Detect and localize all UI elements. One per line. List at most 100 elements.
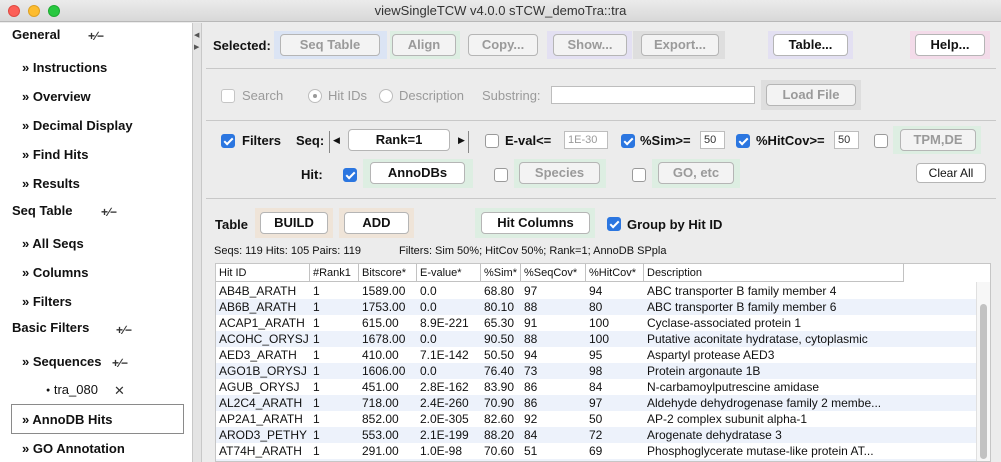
eval-checkbox[interactable]	[485, 134, 499, 148]
column-header-evalue[interactable]: E-value*	[417, 264, 481, 282]
hitcov-checkbox[interactable]	[736, 134, 750, 148]
species-button[interactable]: Species	[519, 162, 600, 184]
filters-summary-text: Filters: Sim 50%; HitCov 50%; Rank=1; An…	[399, 245, 667, 257]
sidebar-item-go-annotation[interactable]: » GO Annotation	[22, 441, 125, 456]
column-header-hitcov[interactable]: %HitCov*	[586, 264, 644, 282]
rank-prev-icon[interactable]: ◀	[329, 131, 340, 153]
close-window-icon[interactable]	[8, 5, 20, 17]
eval-field[interactable]	[564, 131, 608, 149]
separator	[206, 198, 996, 199]
sidebar-item-decimal-display[interactable]: » Decimal Display	[22, 118, 133, 133]
build-button[interactable]: BUILD	[260, 212, 328, 234]
show-button[interactable]: Show...	[553, 34, 627, 56]
search-checkbox[interactable]	[221, 89, 235, 103]
load-file-button[interactable]: Load File	[766, 84, 856, 106]
sidebar-general-heading[interactable]: General	[12, 27, 60, 42]
expand-right-icon[interactable]: ▶	[194, 43, 199, 51]
table-row[interactable]: AROD3_PETHY 1 553.00 2.1E-199 88.20 84 72 Aroge…	[216, 427, 976, 443]
table-cell: 1	[313, 428, 320, 442]
column-header-rank1[interactable]: #Rank1	[310, 264, 359, 282]
help-button[interactable]: Help...	[915, 34, 985, 56]
hit-ids-radio[interactable]	[308, 89, 322, 103]
clear-all-button[interactable]: Clear All	[916, 163, 986, 183]
sim-checkbox[interactable]	[621, 134, 635, 148]
sidebar-item-columns[interactable]: » Columns	[22, 265, 88, 280]
column-header-hit-id[interactable]: Hit ID	[216, 264, 310, 282]
description-radio[interactable]	[379, 89, 393, 103]
collapse-left-icon[interactable]: ◀	[194, 31, 199, 39]
table-row[interactable]: AB6B_ARATH 1 1753.00 0.0 80.10 88 80 ABC transp…	[216, 299, 976, 315]
copy-button[interactable]: Copy...	[468, 34, 538, 56]
tpm-checkbox[interactable]	[874, 134, 888, 148]
species-checkbox[interactable]	[494, 168, 508, 182]
table-label: Table	[215, 217, 248, 232]
table-row[interactable]: AP2A1_ARATH 1 852.00 2.0E-305 82.60 92 50 AP-2 …	[216, 411, 976, 427]
go-etc-button[interactable]: GO, etc	[658, 162, 734, 184]
table-cell: 69	[589, 444, 603, 458]
split-pane-divider[interactable]: ◀ ▶	[193, 23, 202, 462]
sim-field[interactable]	[700, 131, 725, 149]
sidebar-item-filters[interactable]: » Filters	[22, 294, 72, 309]
table-cell: 90.50	[484, 332, 515, 346]
table-row[interactable]: AGO1B_ORYSJ 1 1606.00 0.0 76.40 73 98 Protein a…	[216, 363, 976, 379]
table-row[interactable]: ACAP1_ARATH 1 615.00 8.9E-221 65.30 91 100 Cycl…	[216, 315, 976, 331]
table-button[interactable]: Table...	[773, 34, 848, 56]
sidebar-item-sequences[interactable]: » Sequences	[22, 354, 102, 369]
export-button[interactable]: Export...	[641, 34, 719, 56]
filters-checkbox[interactable]	[221, 134, 235, 148]
hitcov-field[interactable]	[834, 131, 859, 149]
annodbs-button[interactable]: AnnoDBs	[370, 162, 465, 184]
eval-label: E-val<=	[505, 133, 552, 148]
column-header-sim[interactable]: %Sim*	[481, 264, 521, 282]
sidebar-basic-filters-heading[interactable]: Basic Filters	[12, 320, 89, 335]
column-header-description[interactable]: Description	[644, 264, 904, 282]
table-row[interactable]: ACOHC_ORYSJ 1 1678.00 0.0 90.50 88 100 Putative…	[216, 331, 976, 347]
table-row[interactable]: AED3_ARATH 1 410.00 7.1E-142 50.50 94 95 Aspart…	[216, 347, 976, 363]
table-cell: 84	[524, 428, 538, 442]
table-row[interactable]: AB4B_ARATH 1 1589.00 0.0 68.80 97 94 ABC transp…	[216, 283, 976, 299]
sidebar-item-all-seqs[interactable]: » All Seqs	[22, 236, 84, 251]
rank-next-icon[interactable]: ▶	[458, 131, 469, 153]
tpm-de-button[interactable]: TPM,DE	[900, 129, 976, 151]
sidebar-item-overview[interactable]: » Overview	[22, 89, 91, 104]
expand-collapse-icon[interactable]: +∕−	[88, 29, 104, 43]
group-by-hit-checkbox[interactable]	[607, 217, 621, 231]
sidebar-seq-table-heading[interactable]: Seq Table	[12, 203, 72, 218]
hit-label: Hit:	[301, 167, 323, 182]
zoom-window-icon[interactable]	[48, 5, 60, 17]
rank-button[interactable]: Rank=1	[348, 129, 450, 151]
sidebar-item-annodb-hits[interactable]: » AnnoDB Hits	[22, 412, 113, 427]
table-row[interactable]: AGUB_ORYSJ 1 451.00 2.8E-162 83.90 86 84 N-carb…	[216, 379, 976, 395]
main-panel: Selected: Seq Table Align Copy... Show..…	[203, 23, 1001, 462]
column-header-seqcov[interactable]: %SeqCov*	[521, 264, 586, 282]
selected-label: Selected:	[213, 38, 271, 53]
table-cell: AL2C4_ARATH	[219, 396, 303, 410]
hit-columns-button[interactable]: Hit Columns	[481, 212, 590, 234]
chevron-right-icon: »	[22, 89, 30, 104]
close-icon[interactable]: ✕	[114, 383, 125, 399]
expand-collapse-icon[interactable]: +∕−	[101, 205, 117, 219]
sidebar-item-tra-080[interactable]: ● tra_080	[46, 382, 98, 397]
annodbs-checkbox[interactable]	[343, 168, 357, 182]
table-row[interactable]: AT74H_ARATH 1 291.00 1.0E-98 70.60 51 69 Phosph…	[216, 443, 976, 459]
sidebar-item-find-hits[interactable]: » Find Hits	[22, 147, 88, 162]
add-button[interactable]: ADD	[344, 212, 409, 234]
scrollbar-thumb[interactable]	[980, 304, 987, 459]
go-checkbox[interactable]	[632, 168, 646, 182]
vertical-scrollbar[interactable]	[976, 282, 990, 461]
seq-table-button[interactable]: Seq Table	[280, 34, 380, 56]
sidebar-item-instructions[interactable]: » Instructions	[22, 60, 107, 75]
minimize-window-icon[interactable]	[28, 5, 40, 17]
substring-input[interactable]	[551, 86, 755, 104]
table-cell: 94	[524, 348, 538, 362]
table-cell: 1	[313, 412, 320, 426]
sidebar-item-results[interactable]: » Results	[22, 176, 80, 191]
align-button[interactable]: Align	[392, 34, 456, 56]
table-row[interactable]: AL2C4_ARATH 1 718.00 2.4E-260 70.90 86 97 Aldeh…	[216, 395, 976, 411]
table-cell: 8.9E-221	[420, 316, 469, 330]
hit-ids-label: Hit IDs	[328, 88, 367, 103]
table-cell: 95	[589, 348, 603, 362]
expand-collapse-icon[interactable]: +∕−	[112, 356, 128, 370]
column-header-bitscore[interactable]: Bitscore*	[359, 264, 417, 282]
expand-collapse-icon[interactable]: +∕−	[116, 323, 132, 337]
